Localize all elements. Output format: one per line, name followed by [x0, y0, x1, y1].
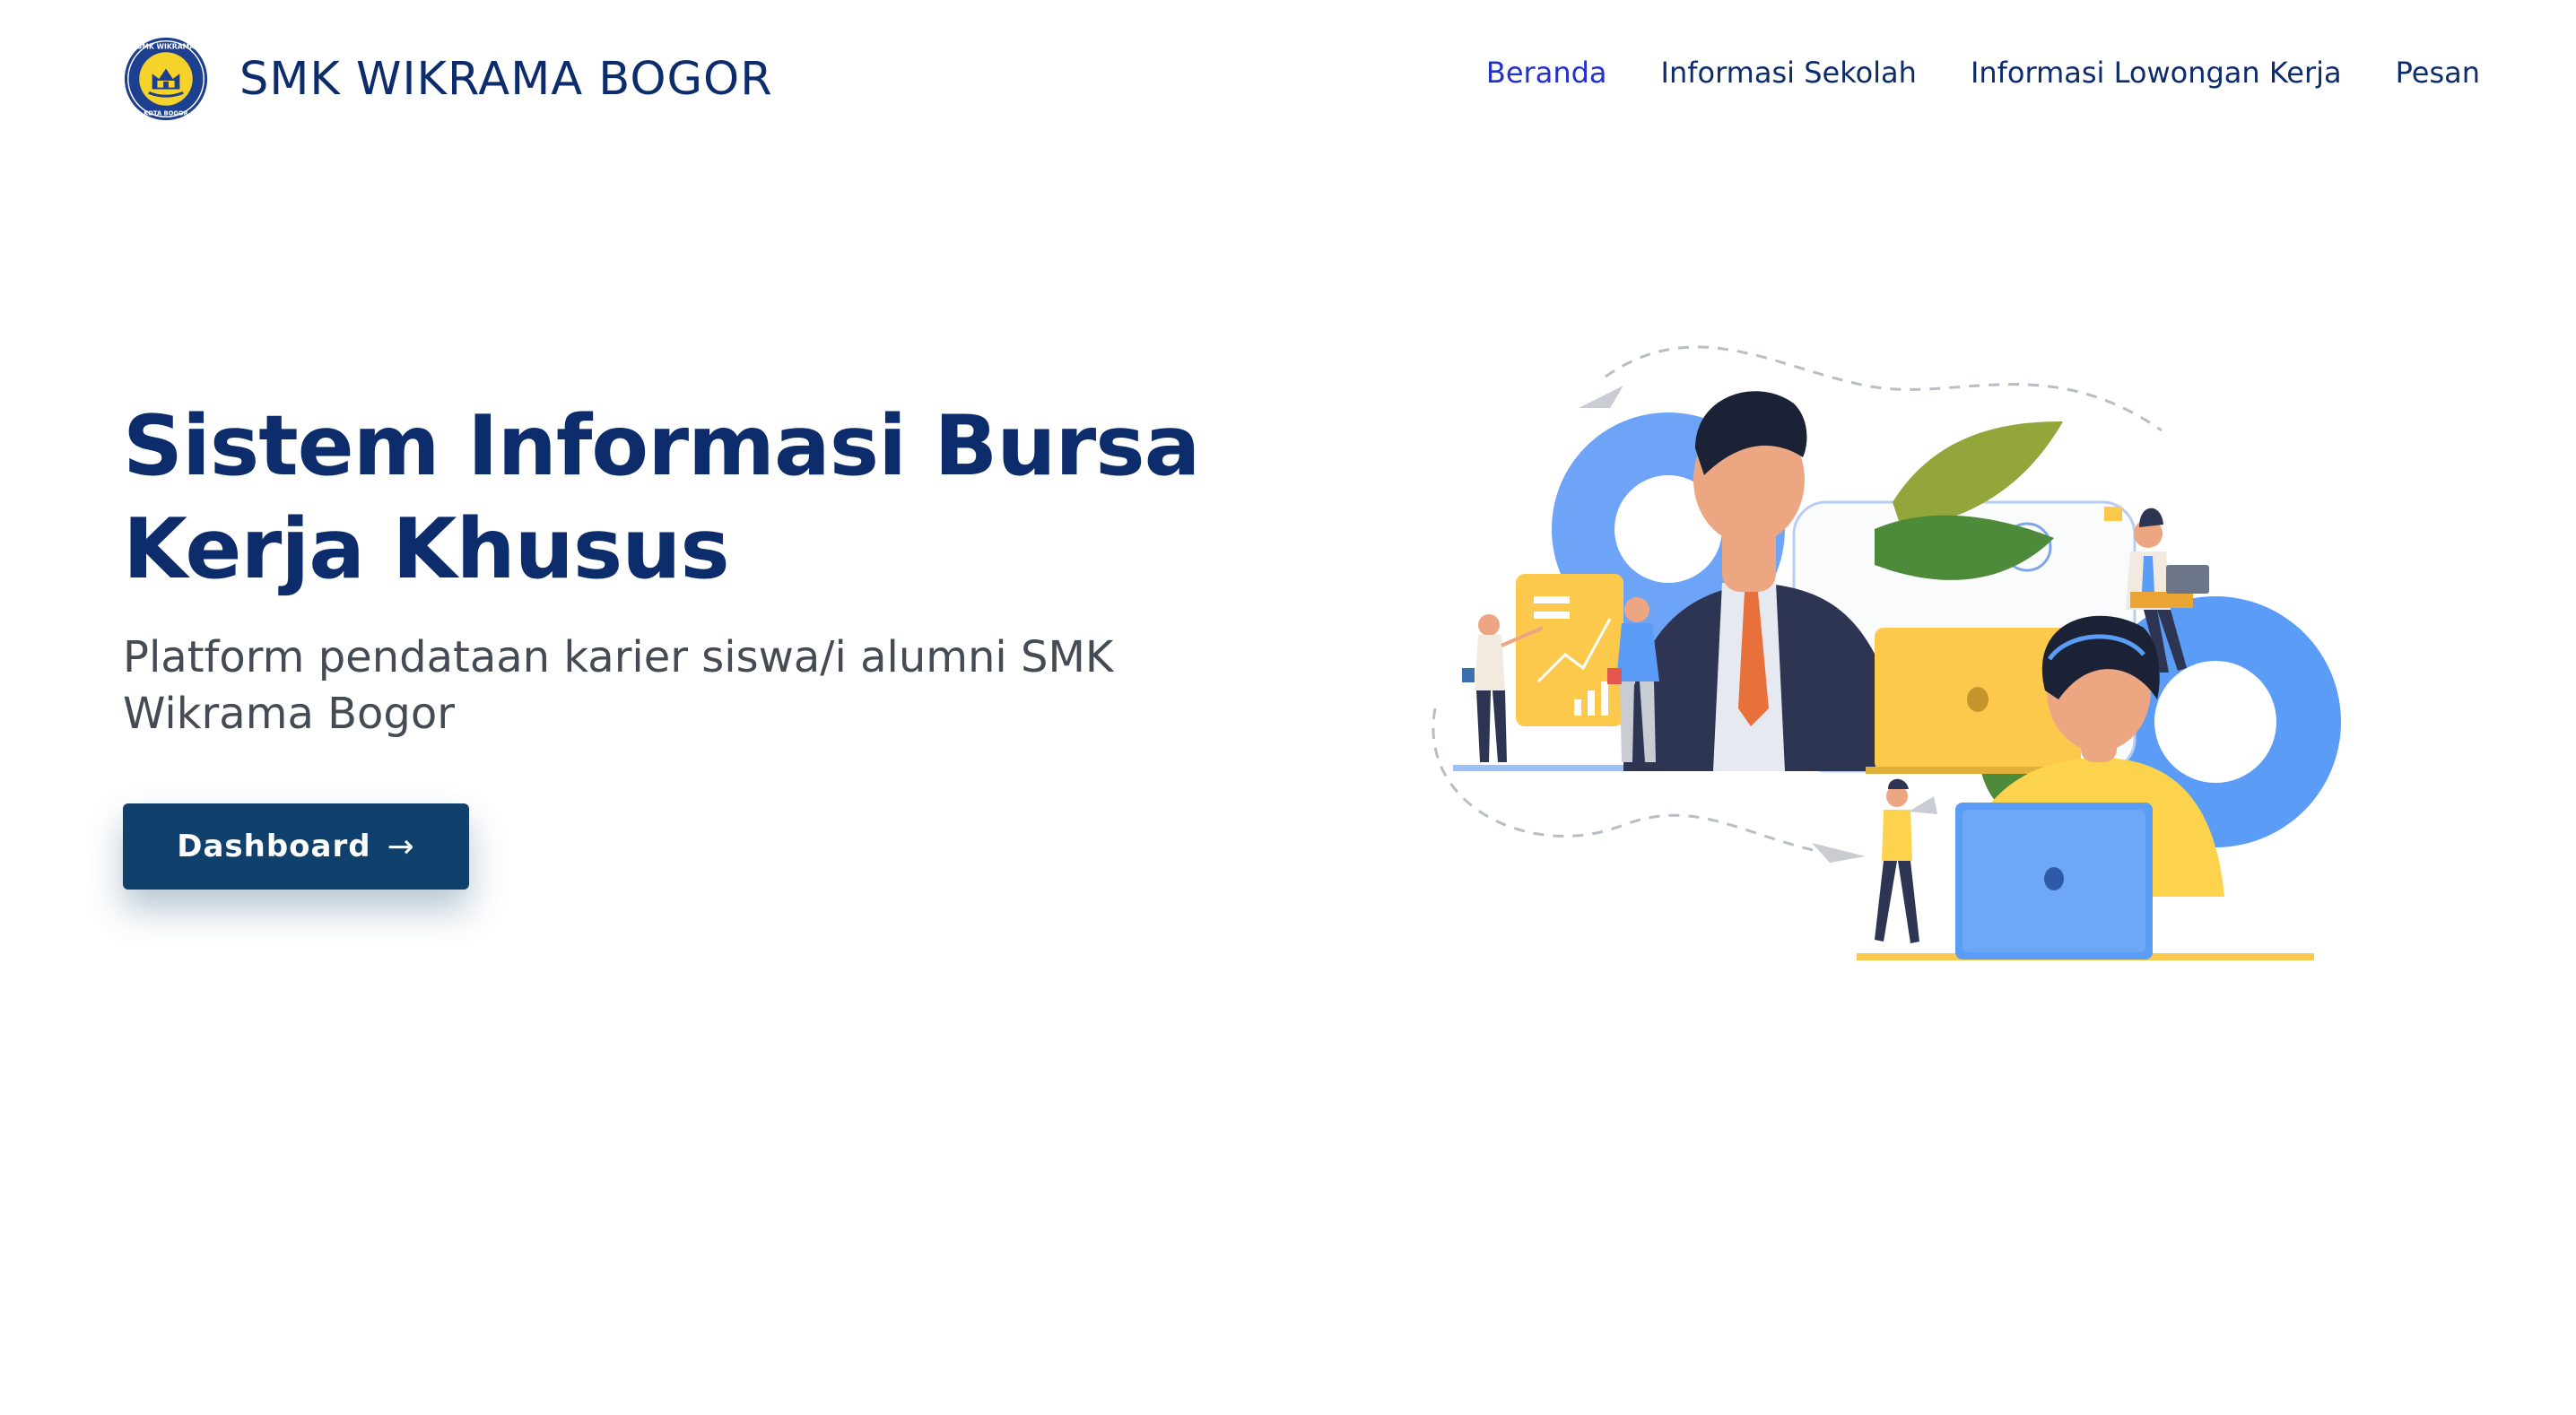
brand[interactable]: SMK WIKRAMA KOTA BOGOR SMK WIKRAMA BOGOR	[123, 36, 773, 122]
site-header: SMK WIKRAMA KOTA BOGOR SMK WIKRAMA BOGOR…	[0, 0, 2576, 157]
nav-link-informasi-sekolah[interactable]: Informasi Sekolah	[1661, 56, 1917, 90]
main-nav: Beranda Informasi Sekolah Informasi Lowo…	[1432, 56, 2480, 90]
hero-title: Sistem Informasi Bursa Kerja Khusus	[123, 397, 1200, 597]
team-work-illustration-icon	[1432, 345, 2341, 960]
svg-text:SMK WIKRAMA: SMK WIKRAMA	[137, 42, 196, 50]
nav-link-pesan[interactable]: Pesan	[2396, 56, 2480, 90]
arrow-right-icon: →	[387, 828, 415, 865]
school-name: SMK WIKRAMA BOGOR	[239, 52, 773, 106]
nav-link-informasi-lowongan-kerja[interactable]: Informasi Lowongan Kerja	[1971, 56, 2342, 90]
hero-subtitle: Platform pendataan karier siswa/i alumni…	[123, 632, 1114, 739]
svg-text:KOTA BOGOR: KOTA BOGOR	[144, 109, 188, 117]
school-crest-icon: SMK WIKRAMA KOTA BOGOR	[124, 37, 208, 121]
nav-link-beranda[interactable]: Beranda	[1486, 56, 1607, 90]
dashboard-button-label: Dashboard	[177, 829, 371, 864]
dashboard-button[interactable]: Dashboard →	[123, 803, 469, 890]
